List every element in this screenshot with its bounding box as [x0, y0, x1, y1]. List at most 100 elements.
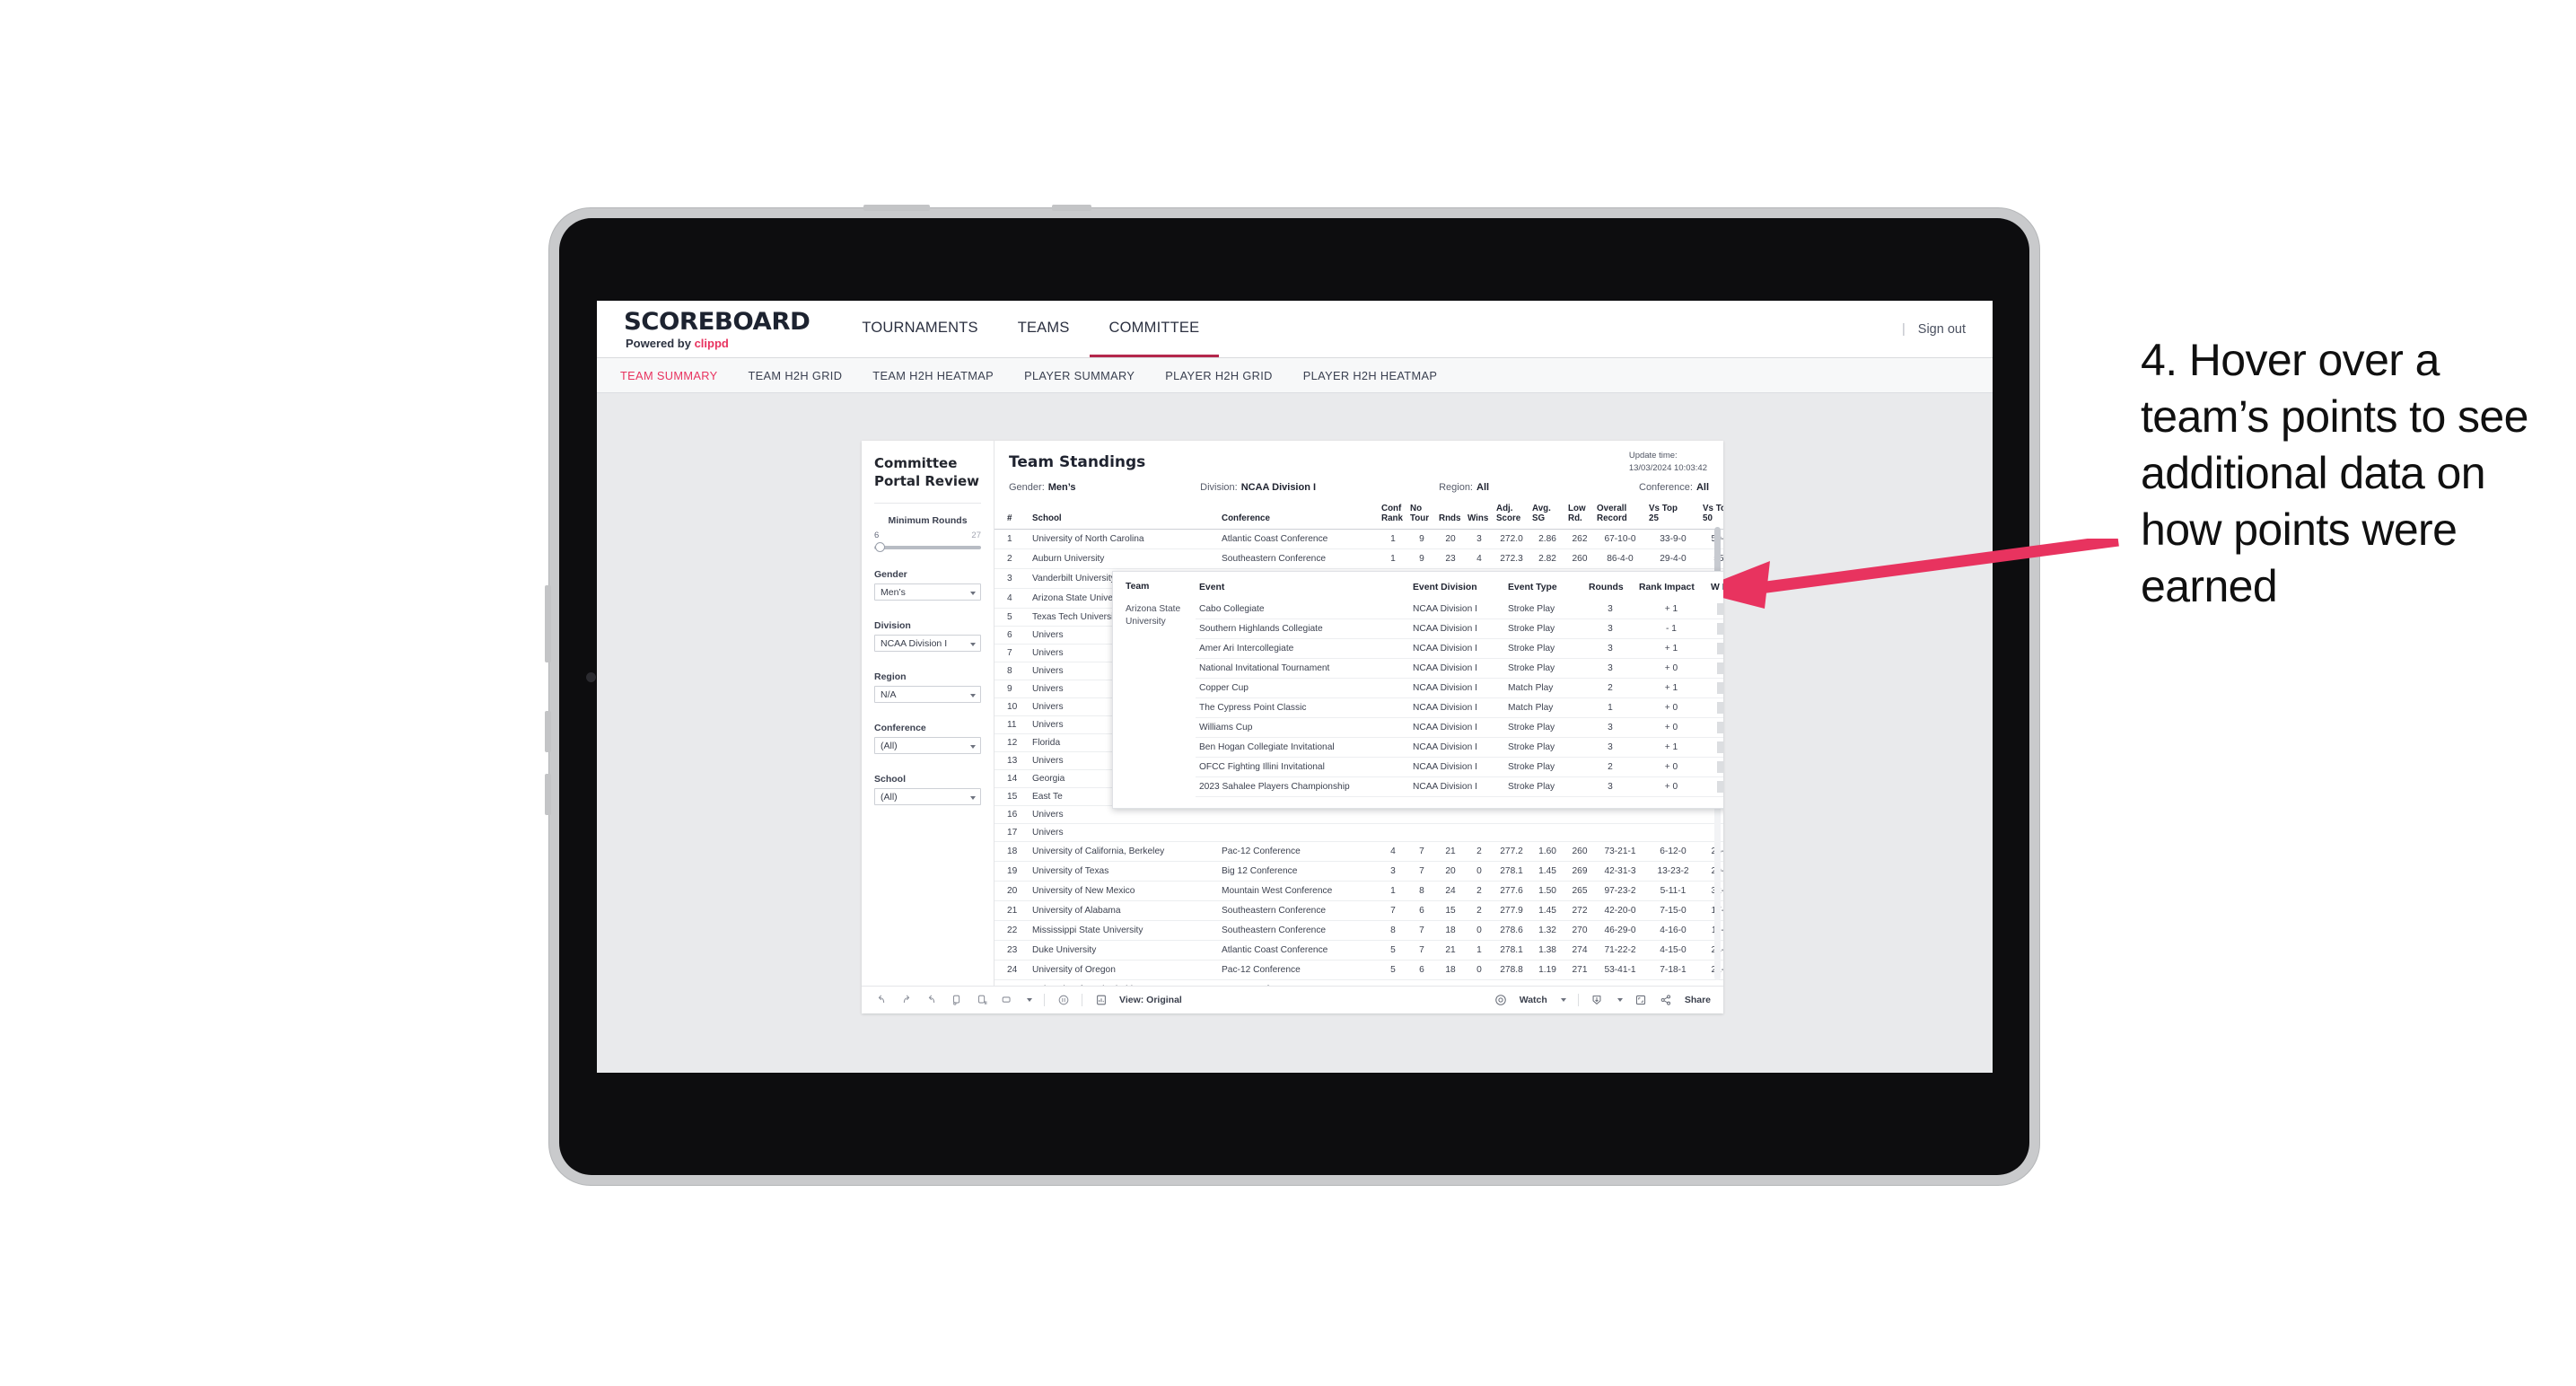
tooltip-row: 2023 Sahalee Players Championship NCAA Di…	[1122, 776, 1723, 798]
conf-rank-cell: 1	[1379, 979, 1407, 986]
table-row[interactable]: 23 Duke University Atlantic Coast Conferen…	[994, 940, 1723, 961]
subtab-team-h2h-heatmap[interactable]: TEAM H2H HEATMAP	[872, 369, 994, 382]
col-school[interactable]: School	[1030, 502, 1219, 530]
filter-conference-select[interactable]: (All)	[874, 737, 981, 754]
low-round-cell	[1565, 823, 1594, 842]
col-overall-record[interactable]: Overall Record	[1594, 502, 1646, 530]
table-row[interactable]: 2 Auburn University Southeastern Conferenc…	[994, 548, 1723, 569]
col-wins[interactable]: Wins	[1465, 502, 1494, 530]
chevron-down-icon[interactable]	[1027, 998, 1032, 1002]
filter-gender-value: Men’s	[881, 586, 906, 598]
redo-icon[interactable]	[899, 994, 913, 1007]
filter-division-select[interactable]: NCAA Division I	[874, 635, 981, 652]
tooltip-rank-impact-cell: + 1	[1635, 678, 1707, 699]
table-row[interactable]: 20 University of New Mexico Mountain West …	[994, 881, 1723, 901]
undo-icon[interactable]	[874, 994, 888, 1007]
nav-separator: |	[1902, 321, 1906, 337]
chevron-down-icon	[970, 693, 976, 697]
app-screen: SCOREBOARD Powered by clippd TOURNAMENTS…	[597, 301, 1993, 1073]
tooltip-event-type-cell: Stroke Play	[1504, 600, 1585, 620]
download-icon[interactable]	[1590, 994, 1604, 1007]
revert-icon[interactable]	[924, 994, 938, 1007]
conf-rank-cell: 3	[1379, 861, 1407, 882]
watch-label[interactable]: Watch	[1520, 995, 1547, 1005]
col-adj-score[interactable]: Adj. Score	[1494, 502, 1529, 530]
filter-region-select[interactable]: N/A	[874, 686, 981, 703]
tooltip-row: OFCC Fighting Illini Invitational NCAA Di…	[1122, 757, 1723, 778]
conference-cell: Southeastern Conference	[1219, 920, 1379, 941]
minimum-rounds-values: 6 27	[874, 531, 981, 540]
col-avg-sg[interactable]: Avg. SG	[1529, 502, 1565, 530]
col-vt25-line1: Vs Top	[1649, 504, 1678, 513]
tablet-top-button-2	[1052, 205, 1091, 211]
no-tour-cell: 6	[1407, 960, 1436, 980]
col-rnds[interactable]: Rnds	[1436, 502, 1465, 530]
filter-region-value: N/A	[881, 689, 897, 700]
table-row[interactable]: 21 University of Alabama Southeastern Conf…	[994, 900, 1723, 921]
conf-rank-cell: 1	[1379, 529, 1407, 549]
table-row[interactable]: 24 University of Oregon Pac-12 Conference 5…	[994, 960, 1723, 980]
fullscreen-icon[interactable]	[1634, 994, 1648, 1007]
overall-record-cell: 73-21-1	[1594, 841, 1646, 862]
view-original-label[interactable]: View: Original	[1119, 995, 1182, 1005]
vs-top-25-cell: 6-12-0	[1646, 841, 1700, 862]
subtab-player-h2h-heatmap[interactable]: PLAYER H2H HEATMAP	[1303, 369, 1437, 382]
school-cell: University of California, Berkeley	[1030, 841, 1219, 862]
view-original-icon[interactable]	[1094, 994, 1108, 1007]
pause-updates-icon[interactable]	[975, 994, 988, 1007]
refresh-data-icon[interactable]	[950, 994, 963, 1007]
school-cell: Duke University	[1030, 940, 1219, 961]
table-row[interactable]: 18 University of California, Berkeley Pac-…	[994, 841, 1723, 862]
table-row[interactable]: 22 Mississippi State University Southeaste…	[994, 920, 1723, 941]
viz-bottom-toolbar: View: Original Watch Share	[862, 986, 1723, 1013]
subtab-player-h2h-grid[interactable]: PLAYER H2H GRID	[1165, 369, 1273, 382]
subtab-team-summary[interactable]: TEAM SUMMARY	[620, 369, 717, 382]
table-row[interactable]: 19 University of Texas Big 12 Conference 3 7…	[994, 861, 1723, 882]
rank-cell: 8	[994, 662, 1030, 680]
col-conference[interactable]: Conference	[1219, 502, 1379, 530]
chevron-down-icon[interactable]	[1617, 998, 1623, 1002]
col-vs-top-50[interactable]: Vs Top50	[1700, 502, 1723, 530]
minimum-rounds-slider-handle[interactable]	[875, 542, 885, 552]
vs-top-25-cell: 5-11-1	[1646, 881, 1700, 901]
tooltip-col-event-division: Event Division	[1413, 582, 1477, 592]
nav-tab-tournaments[interactable]: TOURNAMENTS	[842, 301, 997, 357]
presentation-mode-icon[interactable]	[1000, 994, 1013, 1007]
tooltip-rank-impact-cell: + 0	[1635, 757, 1707, 778]
minimum-rounds-slider[interactable]	[874, 542, 981, 552]
col-conf-rank[interactable]: Conf Rank	[1379, 502, 1407, 530]
avg-sg-cell: 2.82	[1529, 548, 1565, 569]
tooltip-col-rounds: Rounds	[1589, 582, 1624, 592]
col-rank[interactable]: #	[994, 502, 1030, 530]
subtab-player-summary[interactable]: PLAYER SUMMARY	[1024, 369, 1135, 382]
nav-tab-teams[interactable]: TEAMS	[998, 301, 1090, 357]
table-row[interactable]: 17 Univers	[994, 823, 1723, 842]
subtab-team-h2h-grid[interactable]: TEAM H2H GRID	[748, 369, 842, 382]
table-row[interactable]: 1 University of North Carolina Atlantic Co…	[994, 529, 1723, 549]
col-no-tour[interactable]: No Tour	[1407, 502, 1436, 530]
table-row[interactable]: 25University of North FloridaASUN Confer…	[994, 979, 1723, 986]
vs-top-25-cell: 4-15-0	[1646, 940, 1700, 961]
low-round-cell: 260	[1565, 548, 1594, 569]
brand-logo[interactable]: SCOREBOARD Powered by clippd	[624, 310, 810, 349]
meta-division-key: Division:	[1200, 482, 1238, 493]
chevron-down-icon[interactable]	[1560, 998, 1566, 1002]
share-label[interactable]: Share	[1685, 995, 1711, 1005]
nav-tab-committee[interactable]: COMMITTEE	[1089, 301, 1220, 357]
col-low-rd[interactable]: Low Rd.	[1565, 502, 1594, 530]
sign-out-link[interactable]: Sign out	[1918, 322, 1966, 337]
share-icon[interactable]	[1660, 994, 1673, 1007]
tooltip-event-type-cell: Match Play	[1504, 697, 1585, 719]
pause-icon[interactable]	[1056, 994, 1070, 1007]
sub-navigation-bar: TEAM SUMMARY TEAM H2H GRID TEAM H2H HEAT…	[597, 358, 1993, 393]
tooltip-event-cell: Cabo Collegiate	[1196, 600, 1409, 620]
watch-icon[interactable]	[1494, 994, 1508, 1007]
conf-rank-cell: 7	[1379, 900, 1407, 921]
adj-score-cell: 277.6	[1494, 881, 1529, 901]
rank-cell: 23	[994, 940, 1030, 961]
rank-cell: 6	[994, 626, 1030, 645]
col-vs-top-25[interactable]: Vs Top 25	[1646, 502, 1700, 530]
filter-school-select[interactable]: (All)	[874, 788, 981, 805]
filter-gender-select[interactable]: Men’s	[874, 583, 981, 601]
tooltip-event-type-cell: Stroke Play	[1504, 776, 1585, 798]
